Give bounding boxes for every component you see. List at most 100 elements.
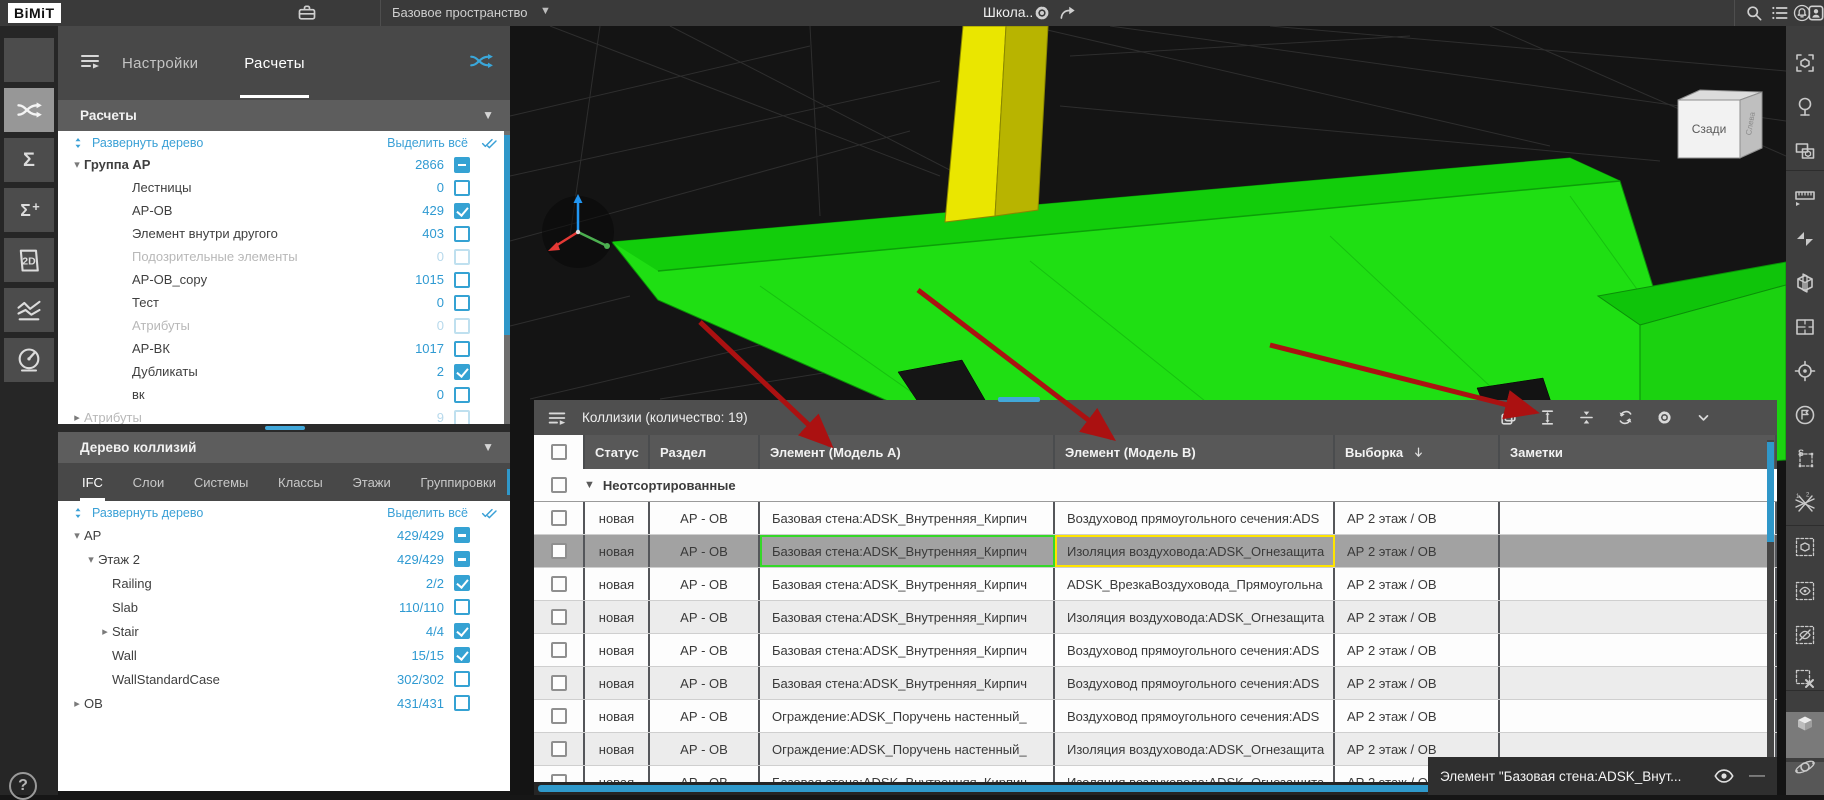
tree-item[interactable]: ▾Этаж 2429/429 bbox=[58, 547, 510, 571]
section-cell[interactable]: АР - ОВ bbox=[650, 733, 760, 765]
table-vertical-scrollbar[interactable] bbox=[1767, 440, 1774, 780]
collision-row[interactable]: новаяАР - ОВБазовая стена:ADSK_Внутрення… bbox=[534, 568, 1777, 601]
row-checkbox[interactable] bbox=[551, 774, 567, 782]
collapse-rows-icon[interactable] bbox=[1577, 408, 1596, 427]
section-cell[interactable]: АР - ОВ bbox=[650, 700, 760, 732]
status-cell[interactable]: новая bbox=[585, 601, 650, 633]
column-header-1[interactable]: Статус bbox=[585, 435, 650, 469]
column-header-4[interactable]: Элемент (Модель B) bbox=[1055, 435, 1335, 469]
rail-item-model-tree[interactable] bbox=[4, 38, 54, 82]
tree-item-checkbox[interactable] bbox=[454, 647, 470, 663]
caret-down-icon[interactable]: ▾ bbox=[70, 529, 84, 542]
row-checkbox[interactable] bbox=[551, 642, 567, 658]
environment-tree-icon[interactable] bbox=[1793, 95, 1817, 119]
caret-right-icon[interactable]: ▸ bbox=[98, 625, 112, 638]
tree-item-checkbox[interactable] bbox=[454, 551, 470, 567]
panel-menu-icon[interactable] bbox=[546, 407, 568, 429]
tab-IFC[interactable]: IFC bbox=[80, 464, 105, 501]
section-cell[interactable]: АР - ОВ bbox=[650, 634, 760, 666]
tree-item-checkbox[interactable] bbox=[454, 695, 470, 711]
model-a-cell[interactable]: Ограждение:ADSK_Поручень настенный_ bbox=[760, 700, 1055, 732]
tree-item[interactable]: Лестницы0 bbox=[58, 176, 510, 199]
panel-divider[interactable] bbox=[58, 424, 510, 432]
rail-item-charts[interactable] bbox=[4, 288, 54, 332]
isolate-selection-icon[interactable] bbox=[1793, 139, 1817, 163]
tree-item[interactable]: АР-ОВ_copy1015 bbox=[58, 268, 510, 291]
double-check-icon[interactable] bbox=[478, 135, 500, 151]
tree-item[interactable]: вк0 bbox=[58, 383, 510, 406]
selection-cell[interactable]: АР 2 этаж / ОВ bbox=[1335, 502, 1500, 534]
flag-icon[interactable] bbox=[1793, 403, 1817, 427]
briefcase-icon[interactable] bbox=[297, 3, 317, 23]
collision-row[interactable]: новаяАР - ОВОграждение:ADSK_Поручень нас… bbox=[534, 700, 1777, 733]
group-row[interactable]: ▼Неотсортированные bbox=[534, 469, 1777, 502]
tree-item[interactable]: ▸Атрибуты9 bbox=[58, 406, 510, 424]
nav-cube[interactable]: Сзади Слева bbox=[1678, 90, 1762, 158]
fit-height-icon[interactable] bbox=[1538, 408, 1557, 427]
notes-cell[interactable] bbox=[1500, 634, 1777, 666]
tree-item[interactable]: ▾АР429/429 bbox=[58, 523, 510, 547]
collision-row[interactable]: новаяАР - ОВБазовая стена:ADSK_Внутрення… bbox=[534, 601, 1777, 634]
tree-item-checkbox[interactable] bbox=[454, 295, 470, 311]
status-cell[interactable]: новая bbox=[585, 733, 650, 765]
orbit-icon[interactable] bbox=[1793, 755, 1817, 779]
hide-elements-icon[interactable] bbox=[1793, 623, 1817, 647]
model-a-cell[interactable]: Базовая стена:ADSK_Внутренняя_Кирпич bbox=[760, 502, 1055, 534]
selection-box-icon[interactable]: S bbox=[1793, 447, 1817, 471]
status-cell[interactable]: новая bbox=[585, 700, 650, 732]
tab-Системы[interactable]: Системы bbox=[192, 464, 250, 501]
section-cell[interactable]: АР - ОВ bbox=[650, 535, 760, 567]
notes-cell[interactable] bbox=[1500, 502, 1777, 534]
selection-cell[interactable]: АР 2 этаж / ОВ bbox=[1335, 667, 1500, 699]
tree-item[interactable]: ▸ОВ431/431 bbox=[58, 691, 510, 715]
model-b-cell[interactable]: Изоляция воздуховода:ADSK_Огнезащита bbox=[1055, 733, 1335, 765]
chevron-down-icon[interactable] bbox=[1694, 408, 1713, 427]
expand-collapse-icon[interactable] bbox=[72, 505, 84, 521]
select-all-link[interactable]: Выделить всё bbox=[387, 136, 468, 150]
selection-cell[interactable]: АР 2 этаж / ОВ bbox=[1335, 568, 1500, 600]
rail-item-view-2d[interactable]: 2D bbox=[4, 238, 54, 282]
tree-item-checkbox[interactable] bbox=[454, 203, 470, 219]
column-header-2[interactable]: Раздел bbox=[650, 435, 760, 469]
box-visibility-icon[interactable] bbox=[1793, 535, 1817, 559]
tree-item-checkbox[interactable] bbox=[454, 671, 470, 687]
tab-Слои[interactable]: Слои bbox=[131, 464, 167, 501]
collision-tree-header[interactable]: Дерево коллизий ▼ bbox=[58, 432, 510, 463]
clash-shuffle-icon[interactable] bbox=[466, 48, 496, 74]
model-a-cell[interactable]: Базовая стена:ADSK_Внутренняя_Кирпич bbox=[760, 535, 1055, 567]
model-a-cell[interactable]: Базовая стена:ADSK_Внутренняя_Кирпич bbox=[760, 667, 1055, 699]
tree-item-checkbox[interactable] bbox=[454, 527, 470, 543]
section-cell[interactable]: АР - ОВ bbox=[650, 568, 760, 600]
caret-right-icon[interactable]: ▸ bbox=[70, 697, 84, 710]
collision-row[interactable]: новаяАР - ОВБазовая стена:ADSK_Внутрення… bbox=[534, 634, 1777, 667]
sort-descending-icon[interactable] bbox=[1411, 445, 1426, 460]
help-button[interactable]: ? bbox=[9, 772, 37, 800]
row-checkbox[interactable] bbox=[551, 510, 567, 526]
section-box-icon[interactable] bbox=[1793, 271, 1817, 295]
tree-item[interactable]: АР-ОВ429 bbox=[58, 199, 510, 222]
account-icon[interactable] bbox=[1806, 3, 1824, 23]
tree-item[interactable]: Дубликаты2 bbox=[58, 360, 510, 383]
model-a-cell[interactable]: Базовая стена:ADSK_Внутренняя_Кирпич bbox=[760, 766, 1055, 782]
row-checkbox[interactable] bbox=[551, 543, 567, 559]
divider-drag-handle[interactable] bbox=[265, 426, 305, 430]
expand-collapse-icon[interactable] bbox=[72, 135, 84, 151]
model-b-cell[interactable]: Воздуховод прямоугольного сечения:ADS bbox=[1055, 667, 1335, 699]
gear-icon[interactable] bbox=[1032, 3, 1052, 23]
column-header-6[interactable]: Заметки bbox=[1500, 435, 1777, 469]
notes-cell[interactable] bbox=[1500, 667, 1777, 699]
copy-icon[interactable] bbox=[1499, 408, 1518, 427]
project-title[interactable]: Школа.. bbox=[983, 4, 1033, 20]
row-checkbox[interactable] bbox=[551, 708, 567, 724]
search-icon[interactable] bbox=[1744, 3, 1764, 23]
tab-Этажи[interactable]: Этажи bbox=[350, 464, 392, 501]
selection-cell[interactable]: АР 2 этаж / ОВ bbox=[1335, 700, 1500, 732]
column-header-5[interactable]: Выборка bbox=[1335, 435, 1500, 469]
section-cell[interactable]: АР - ОВ bbox=[650, 502, 760, 534]
floor-plan-icon[interactable] bbox=[1793, 315, 1817, 339]
tree-item-checkbox[interactable] bbox=[454, 364, 470, 380]
yellow-column[interactable] bbox=[945, 26, 1048, 222]
tree-item-checkbox[interactable] bbox=[454, 387, 470, 403]
settings-icon[interactable] bbox=[1655, 408, 1674, 427]
list-icon[interactable] bbox=[1770, 3, 1790, 23]
